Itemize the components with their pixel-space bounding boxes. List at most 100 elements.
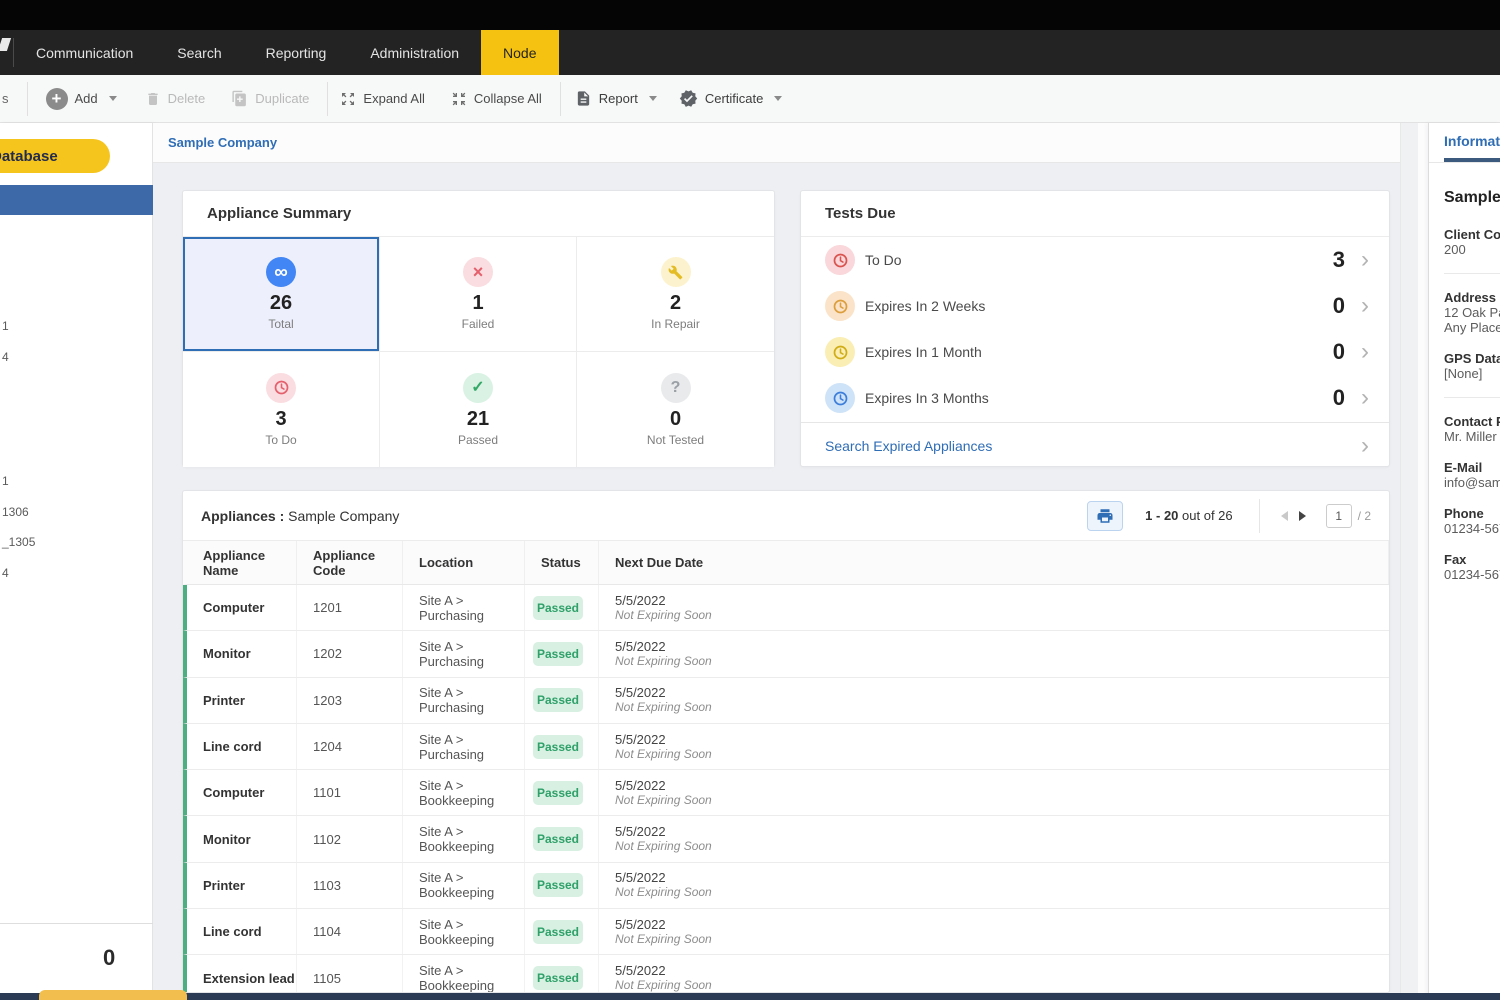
page-number-input[interactable] [1326, 504, 1352, 528]
summary-tile[interactable]: 2 In Repair [577, 237, 774, 352]
summary-tile[interactable]: ? 0 Not Tested [577, 352, 774, 467]
nav-tab[interactable]: Node [481, 30, 558, 75]
chevron-right-icon[interactable]: › [1361, 340, 1369, 364]
appliance-summary-title: Appliance Summary [183, 191, 774, 237]
tests-due-row[interactable]: Expires In 1 Month 0 › [801, 329, 1389, 375]
appliance-summary-card: Appliance Summary ∞ 26 Total × [182, 190, 775, 467]
search-expired-label: Search Expired Appliances [825, 438, 1361, 454]
chevron-right-icon[interactable]: › [1361, 248, 1369, 272]
cell-location: Site A > Bookkeeping [403, 770, 525, 815]
cell-appliance-name: Line cord [187, 724, 297, 769]
table-row[interactable]: Printer 1203 Site A > Purchasing Passed … [183, 678, 1389, 724]
chevron-down-icon[interactable] [774, 96, 782, 101]
tree-item-fragment[interactable]: 4 [2, 342, 9, 373]
nav-tab[interactable]: Communication [14, 30, 155, 75]
tests-due-label: To Do [865, 252, 1333, 268]
duplicate-button[interactable]: Duplicate [231, 90, 309, 107]
cell-appliance-code: 1101 [297, 770, 403, 815]
tests-due-row[interactable]: Expires In 2 Weeks 0 › [801, 283, 1389, 329]
cell-appliance-code: 1105 [297, 955, 403, 993]
tree-item-fragment[interactable]: _1305 [2, 527, 35, 558]
chevron-down-icon[interactable] [109, 96, 117, 101]
summary-tile[interactable]: ∞ 26 Total [183, 237, 380, 352]
tests-due-label: Expires In 1 Month [865, 344, 1333, 360]
database-pill-button[interactable]: Database [0, 139, 110, 173]
info-field-label: Phone [1444, 506, 1500, 521]
column-header[interactable]: Next Due Date [599, 541, 1389, 584]
tile-glyph: ∞ [274, 263, 288, 282]
certificate-button[interactable]: Certificate [679, 89, 783, 108]
chevron-down-icon[interactable] [649, 96, 657, 101]
info-panel: Information Sample Company Client Code 2… [1428, 123, 1500, 1000]
summary-tile[interactable]: 3 To Do [183, 352, 380, 467]
cell-status: Passed [525, 816, 599, 861]
status-badge: Passed [533, 827, 583, 851]
search-expired-appliances-link[interactable]: Search Expired Appliances › [801, 422, 1389, 468]
tree-item-fragment[interactable]: 1306 [2, 497, 35, 528]
breadcrumb-current[interactable]: Sample Company [168, 135, 277, 150]
cell-status: Passed [525, 585, 599, 630]
table-row[interactable]: Line cord 1204 Site A > Purchasing Passe… [183, 724, 1389, 770]
nav-tab[interactable]: Reporting [244, 30, 349, 75]
tile-label: In Repair [651, 317, 700, 331]
triangle-left-icon [1281, 511, 1288, 521]
chevron-right-icon[interactable]: › [1361, 294, 1369, 318]
column-header[interactable]: Status [525, 541, 599, 584]
table-row[interactable]: Computer 1101 Site A > Bookkeeping Passe… [183, 770, 1389, 816]
result-range: 1 - 20 out of 26 [1145, 508, 1232, 523]
tile-label: Failed [462, 317, 495, 331]
previous-page-button[interactable] [1276, 507, 1294, 525]
info-field: Address 12 Oak Park Any Place, [1444, 273, 1500, 335]
tree-fragment-list: 1 4 [2, 311, 9, 372]
column-header[interactable]: Appliance Name [187, 541, 297, 584]
table-row[interactable]: Line cord 1104 Site A > Bookkeeping Pass… [183, 909, 1389, 955]
appliances-title-bold: Appliances : [201, 508, 284, 524]
summary-tiles: ∞ 26 Total × 1 Failed [183, 237, 774, 467]
summary-tile[interactable]: × 1 Failed [380, 237, 577, 352]
tile-value: 0 [670, 408, 681, 431]
table-row[interactable]: Extension lead 1105 Site A > Bookkeeping… [183, 955, 1389, 993]
column-header[interactable]: Location [403, 541, 525, 584]
tests-due-row[interactable]: To Do 3 › [801, 237, 1389, 283]
certificate-seal-icon [679, 89, 698, 108]
table-row[interactable]: Computer 1201 Site A > Purchasing Passed… [183, 585, 1389, 631]
info-field-value: Any Place, [1444, 320, 1500, 335]
info-field: Fax 01234-5678 [1444, 552, 1500, 582]
chevron-right-icon[interactable]: › [1361, 386, 1369, 410]
due-date: 5/5/2022 [615, 639, 1389, 654]
info-field-value: Mr. Miller [1444, 429, 1500, 444]
vertical-scrollbar-track[interactable] [1400, 123, 1418, 995]
table-row[interactable]: Monitor 1102 Site A > Bookkeeping Passed… [183, 816, 1389, 862]
table-row[interactable]: Monitor 1202 Site A > Purchasing Passed … [183, 631, 1389, 677]
next-page-button[interactable] [1294, 507, 1312, 525]
toolbar-divider [560, 82, 561, 116]
add-button[interactable]: + Add [46, 88, 117, 110]
clock-icon [273, 379, 290, 396]
info-field: E-Mail info@sample.com [1444, 460, 1500, 490]
tests-due-row[interactable]: Expires In 3 Months 0 › [801, 375, 1389, 421]
delete-button[interactable]: Delete [145, 91, 206, 107]
appliances-title-company: Sample Company [288, 508, 399, 524]
summary-tile[interactable]: ✓ 21 Passed [380, 352, 577, 467]
expand-all-button[interactable]: Expand All [340, 91, 424, 107]
print-button[interactable] [1087, 501, 1123, 531]
toolbar-edge-fragment: s [2, 91, 9, 106]
tile-label: To Do [265, 433, 296, 447]
cell-next-due-date: 5/5/2022 Not Expiring Soon [599, 863, 1389, 908]
tree-item-fragment[interactable]: 1 [2, 466, 35, 497]
cell-status: Passed [525, 909, 599, 954]
report-button[interactable]: Report [575, 90, 657, 107]
bottom-floating-button[interactable] [39, 990, 187, 1000]
column-header[interactable]: Appliance Code [297, 541, 403, 584]
cell-appliance-code: 1104 [297, 909, 403, 954]
tree-item-fragment[interactable]: 1 [2, 311, 9, 342]
tree-item-fragment[interactable]: 4 [2, 558, 35, 589]
collapse-all-button[interactable]: Collapse All [451, 91, 542, 107]
selected-tree-node-bar[interactable] [0, 185, 153, 215]
tab-information[interactable]: Information [1444, 133, 1500, 162]
nav-tab[interactable]: Search [155, 30, 243, 75]
window-top-bar [0, 0, 1500, 30]
table-row[interactable]: Printer 1103 Site A > Bookkeeping Passed… [183, 863, 1389, 909]
panel-gap [1418, 123, 1428, 995]
nav-tab[interactable]: Administration [348, 30, 481, 75]
